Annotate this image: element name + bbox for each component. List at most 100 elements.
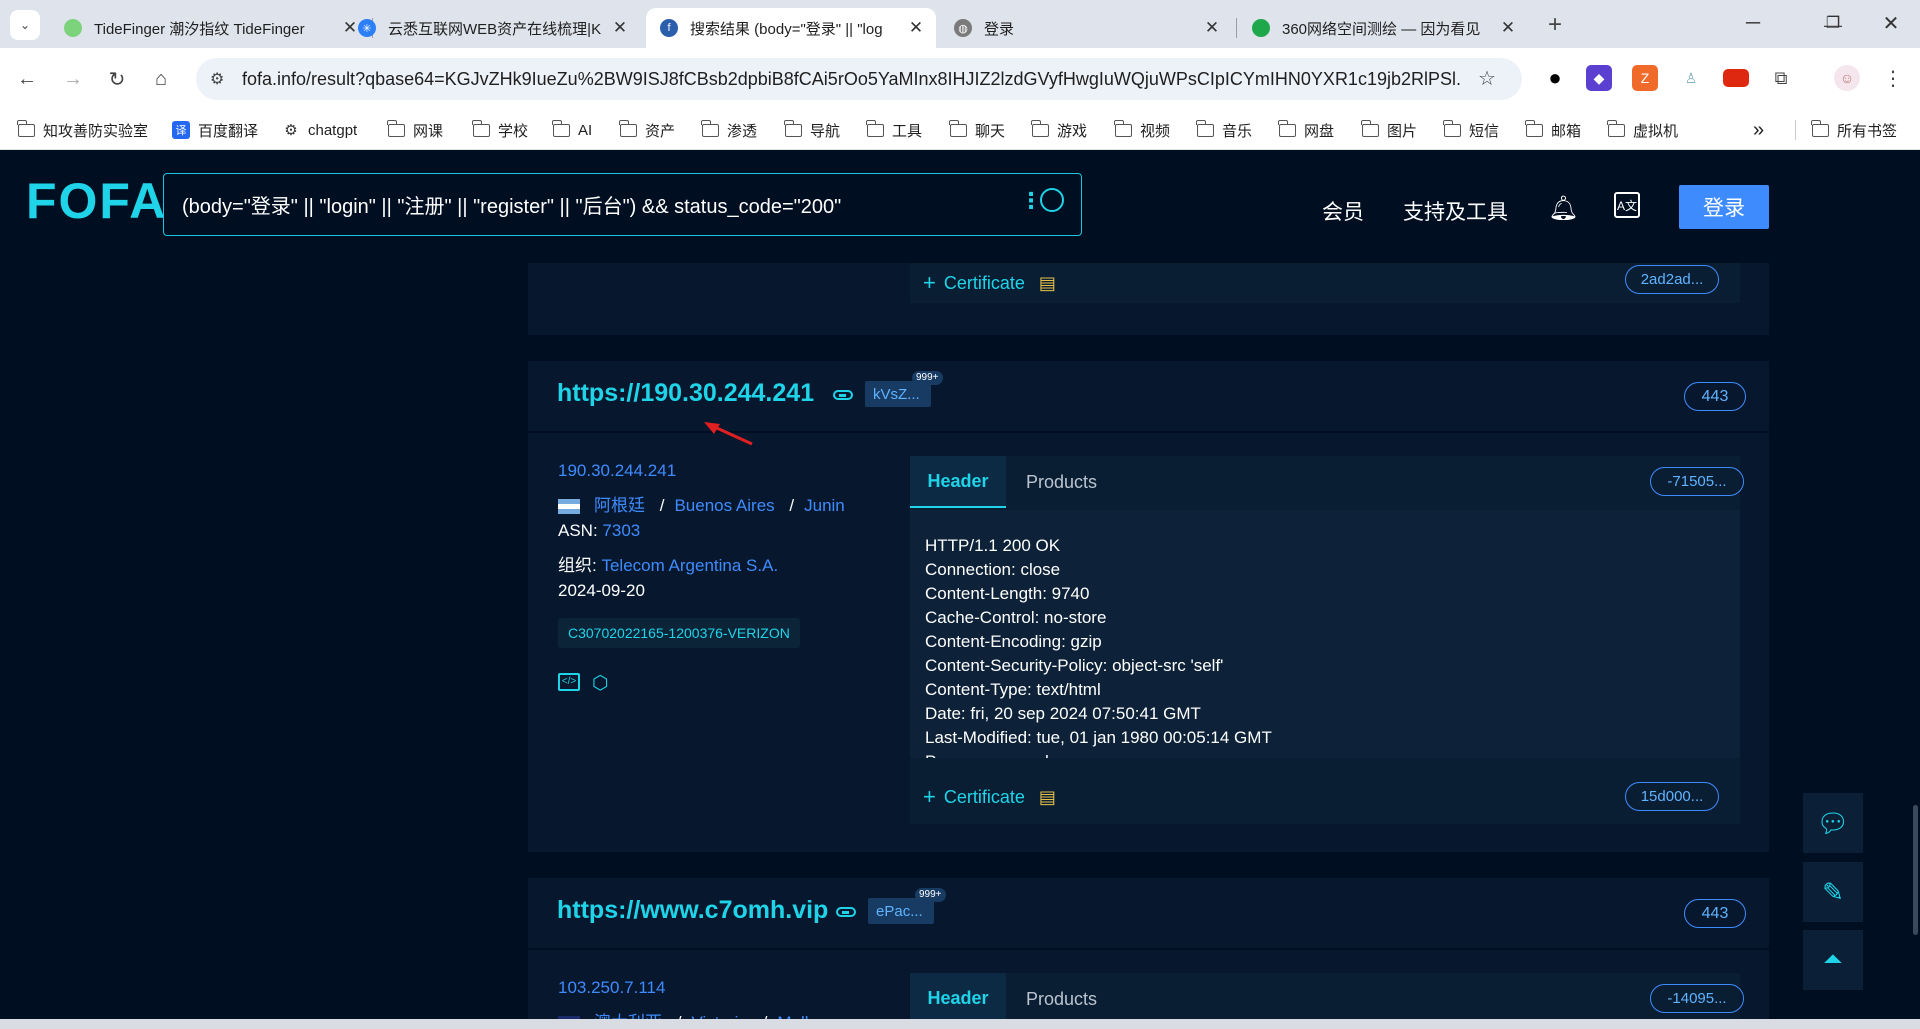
translate-icon[interactable]: A文 <box>1614 192 1640 218</box>
argentina-flag-icon <box>558 499 580 515</box>
header-hash-badge[interactable]: -71505... <box>1650 467 1744 496</box>
org-link[interactable]: Telecom Argentina S.A. <box>601 556 778 575</box>
result-url-link[interactable]: https://190.30.244.241 <box>557 379 814 408</box>
code-icon[interactable]: </> <box>558 673 580 691</box>
bookmark-item[interactable]: 学校 <box>472 118 528 142</box>
tab-title: 搜索结果 (body="登录" || "log <box>690 20 883 38</box>
extension-circle-icon[interactable]: ● <box>1542 65 1568 91</box>
close-window-icon[interactable]: ✕ <box>1876 8 1906 38</box>
folder-icon <box>949 119 967 137</box>
tab-search-icon[interactable]: ⌄ <box>10 10 40 40</box>
extension-person-icon[interactable]: ♙ <box>1678 65 1704 91</box>
bookmark-item[interactable]: 导航 <box>784 118 840 142</box>
edit-feedback-icon[interactable]: ✎ <box>1803 862 1863 922</box>
bookmark-item[interactable]: 图片 <box>1361 118 1417 142</box>
plus-icon: + <box>923 270 936 295</box>
certificate-icon[interactable]: ▤ <box>1039 787 1056 808</box>
port-badge[interactable]: 443 <box>1684 899 1746 928</box>
wechat-icon[interactable]: 💬︎ <box>1803 793 1863 853</box>
close-tab-icon[interactable]: ✕ <box>1498 18 1518 38</box>
bookmark-item[interactable]: 资产 <box>619 118 675 142</box>
tab-360-mapping[interactable]: 360网络空间测绘 — 因为看见 ✕ <box>1238 8 1528 48</box>
bookmark-item[interactable]: 聊天 <box>949 118 1005 142</box>
profile-avatar[interactable]: ☺ <box>1834 65 1860 91</box>
extension-z-icon[interactable]: Z <box>1632 65 1658 91</box>
search-icon[interactable] <box>1040 188 1064 212</box>
tidefinger-favicon <box>64 19 82 37</box>
tab-login[interactable]: ◍ 登录 ✕ <box>940 8 1232 48</box>
close-tab-icon[interactable]: ✕ <box>1202 18 1222 38</box>
tab-title: 360网络空间测绘 — 因为看见 <box>1282 20 1481 38</box>
product-tag[interactable]: C30702022165-1200376-VERIZON <box>558 618 800 648</box>
bookmark-item[interactable]: AI <box>552 118 592 142</box>
tab-fofa-search[interactable]: f 搜索结果 (body="登录" || "log ✕ <box>646 8 936 48</box>
bookmark-item[interactable]: 知攻善防实验室 <box>17 118 148 142</box>
link-icon[interactable] <box>833 390 853 400</box>
result-url-link[interactable]: https://www.c7omh.vip <box>557 896 828 925</box>
scrollbar-thumb[interactable] <box>1913 805 1918 935</box>
bookmarks-overflow-icon[interactable]: » <box>1753 118 1764 142</box>
bookmark-item[interactable]: 短信 <box>1443 118 1499 142</box>
tab-products[interactable]: Products <box>1026 973 1097 1025</box>
login-button[interactable]: 登录 <box>1679 185 1769 229</box>
bookmark-item[interactable]: 视频 <box>1114 118 1170 142</box>
ip-link[interactable]: 103.250.7.114 <box>558 978 665 997</box>
all-bookmarks-button[interactable]: 所有书签 <box>1811 118 1897 142</box>
reload-icon[interactable]: ↻ <box>102 64 132 94</box>
bookmark-item[interactable]: 音乐 <box>1196 118 1252 142</box>
cert-hash-badge[interactable]: 2ad2ad... <box>1625 265 1719 294</box>
forward-icon[interactable]: → <box>58 64 88 94</box>
asn-link[interactable]: 7303 <box>602 521 640 540</box>
certificate-icon[interactable]: ▤ <box>1039 273 1056 294</box>
close-tab-icon[interactable]: ✕ <box>610 18 630 38</box>
certificate-toggle[interactable]: + Certificate ▤ <box>923 260 1056 306</box>
region-link[interactable]: Buenos Aires <box>674 496 774 515</box>
port-badge[interactable]: 443 <box>1684 382 1746 411</box>
bookmark-item[interactable]: 网盘 <box>1278 118 1334 142</box>
folder-icon <box>1607 119 1625 137</box>
ip-link[interactable]: 190.30.244.241 <box>558 461 676 480</box>
bookmark-item[interactable]: 邮箱 <box>1525 118 1581 142</box>
minimize-icon[interactable]: ─ <box>1738 8 1768 38</box>
nav-tools[interactable]: 支持及工具 <box>1403 196 1508 226</box>
site-info-icon[interactable]: ⚙ <box>210 69 224 89</box>
tab-header[interactable]: Header <box>910 456 1006 508</box>
restore-icon[interactable]: ❐ <box>1818 8 1848 38</box>
new-tab-icon[interactable]: + <box>1540 10 1570 40</box>
bookmark-item[interactable]: 渗透 <box>701 118 757 142</box>
bookmark-item[interactable]: 译百度翻译 <box>172 118 258 142</box>
tab-tidefinger[interactable]: TideFinger 潮汐指纹 TideFinger ✕ <box>50 8 370 48</box>
bookmark-item[interactable]: 网课 <box>387 118 443 142</box>
tab-products[interactable]: Products <box>1026 456 1097 508</box>
bookmark-item[interactable]: 虚拟机 <box>1607 118 1678 142</box>
city-link[interactable]: Junin <box>804 496 845 515</box>
extension-diamond-icon[interactable]: ◆ <box>1586 65 1612 91</box>
more-options-icon[interactable]: ⋮ <box>1020 188 1042 214</box>
bookmark-star-icon[interactable]: ☆ <box>1478 66 1496 91</box>
cert-hash-badge[interactable]: 15d000... <box>1625 782 1719 811</box>
country-link[interactable]: 阿根廷 <box>594 496 645 515</box>
360-favicon <box>1252 19 1270 37</box>
tab-header[interactable]: Header <box>910 973 1006 1025</box>
link-icon[interactable] <box>836 907 856 917</box>
browser-menu-icon[interactable]: ⋮ <box>1880 65 1906 91</box>
notification-bell-icon[interactable]: 🔔︎ <box>1548 194 1578 223</box>
tab-yunxi[interactable]: ✳ 云悉互联网WEB资产在线梳理|K ✕ <box>344 8 640 48</box>
cube-icon[interactable]: ⬡ <box>592 672 609 695</box>
bottom-strip <box>0 1019 1920 1029</box>
nav-member[interactable]: 会员 <box>1322 196 1364 226</box>
search-input[interactable]: (body="登录" || "login" || "注册" || "regist… <box>163 173 1082 236</box>
bookmark-item[interactable]: ⚙ chatgpt <box>282 118 357 142</box>
fofa-logo[interactable]: FOFA <box>26 173 167 229</box>
header-hash-badge[interactable]: -14095... <box>1650 984 1744 1013</box>
certificate-toggle[interactable]: + Certificate ▤ <box>923 774 1056 820</box>
close-tab-icon[interactable]: ✕ <box>906 18 926 38</box>
home-icon[interactable]: ⌂ <box>146 64 176 94</box>
extension-flag-icon[interactable] <box>1723 69 1749 87</box>
bookmark-item[interactable]: 工具 <box>866 118 922 142</box>
back-icon[interactable]: ← <box>12 64 42 94</box>
address-bar[interactable]: ⚙ fofa.info/result?qbase64=KGJvZHk9IueZu… <box>196 58 1522 100</box>
bookmark-item[interactable]: 游戏 <box>1031 118 1087 142</box>
extensions-puzzle-icon[interactable]: ⧉ <box>1768 65 1794 91</box>
back-to-top-icon[interactable]: ⏶ <box>1803 930 1863 990</box>
